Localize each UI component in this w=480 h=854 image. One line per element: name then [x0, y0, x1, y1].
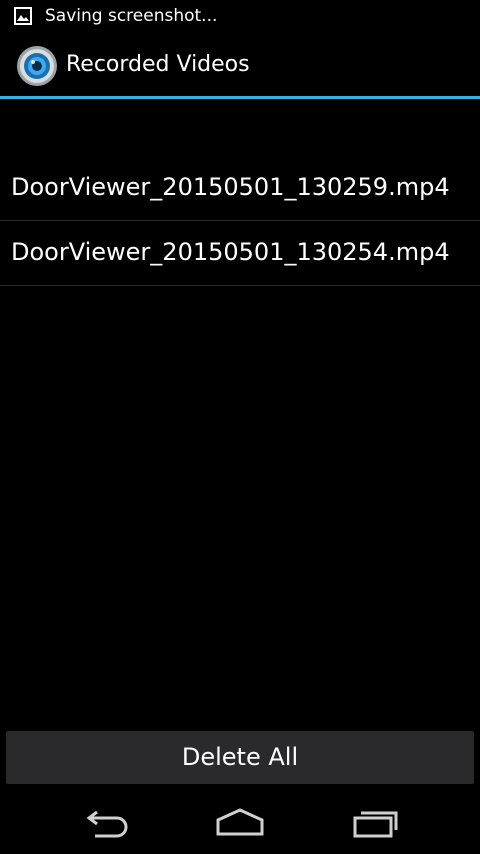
home-icon[interactable]: [210, 804, 270, 840]
image-icon: [14, 7, 32, 25]
camera-lens-icon: [17, 46, 57, 86]
list-item[interactable]: DoorViewer_20150501_130259.mp4: [0, 156, 480, 221]
action-bar-divider: [0, 96, 480, 99]
status-text: Saving screenshot...: [45, 6, 218, 26]
file-list: DoorViewer_20150501_130259.mp4 DoorViewe…: [0, 156, 480, 286]
file-name: DoorViewer_20150501_130259.mp4: [11, 173, 450, 201]
navigation-bar: [0, 790, 480, 854]
delete-all-button[interactable]: Delete All: [6, 731, 474, 784]
status-bar: Saving screenshot...: [0, 0, 480, 33]
list-item[interactable]: DoorViewer_20150501_130254.mp4: [0, 221, 480, 286]
page-title: Recorded Videos: [66, 52, 250, 77]
back-icon[interactable]: [77, 804, 137, 840]
file-name: DoorViewer_20150501_130254.mp4: [11, 238, 450, 266]
action-bar: Recorded Videos: [0, 33, 480, 96]
recents-icon[interactable]: [345, 804, 405, 840]
